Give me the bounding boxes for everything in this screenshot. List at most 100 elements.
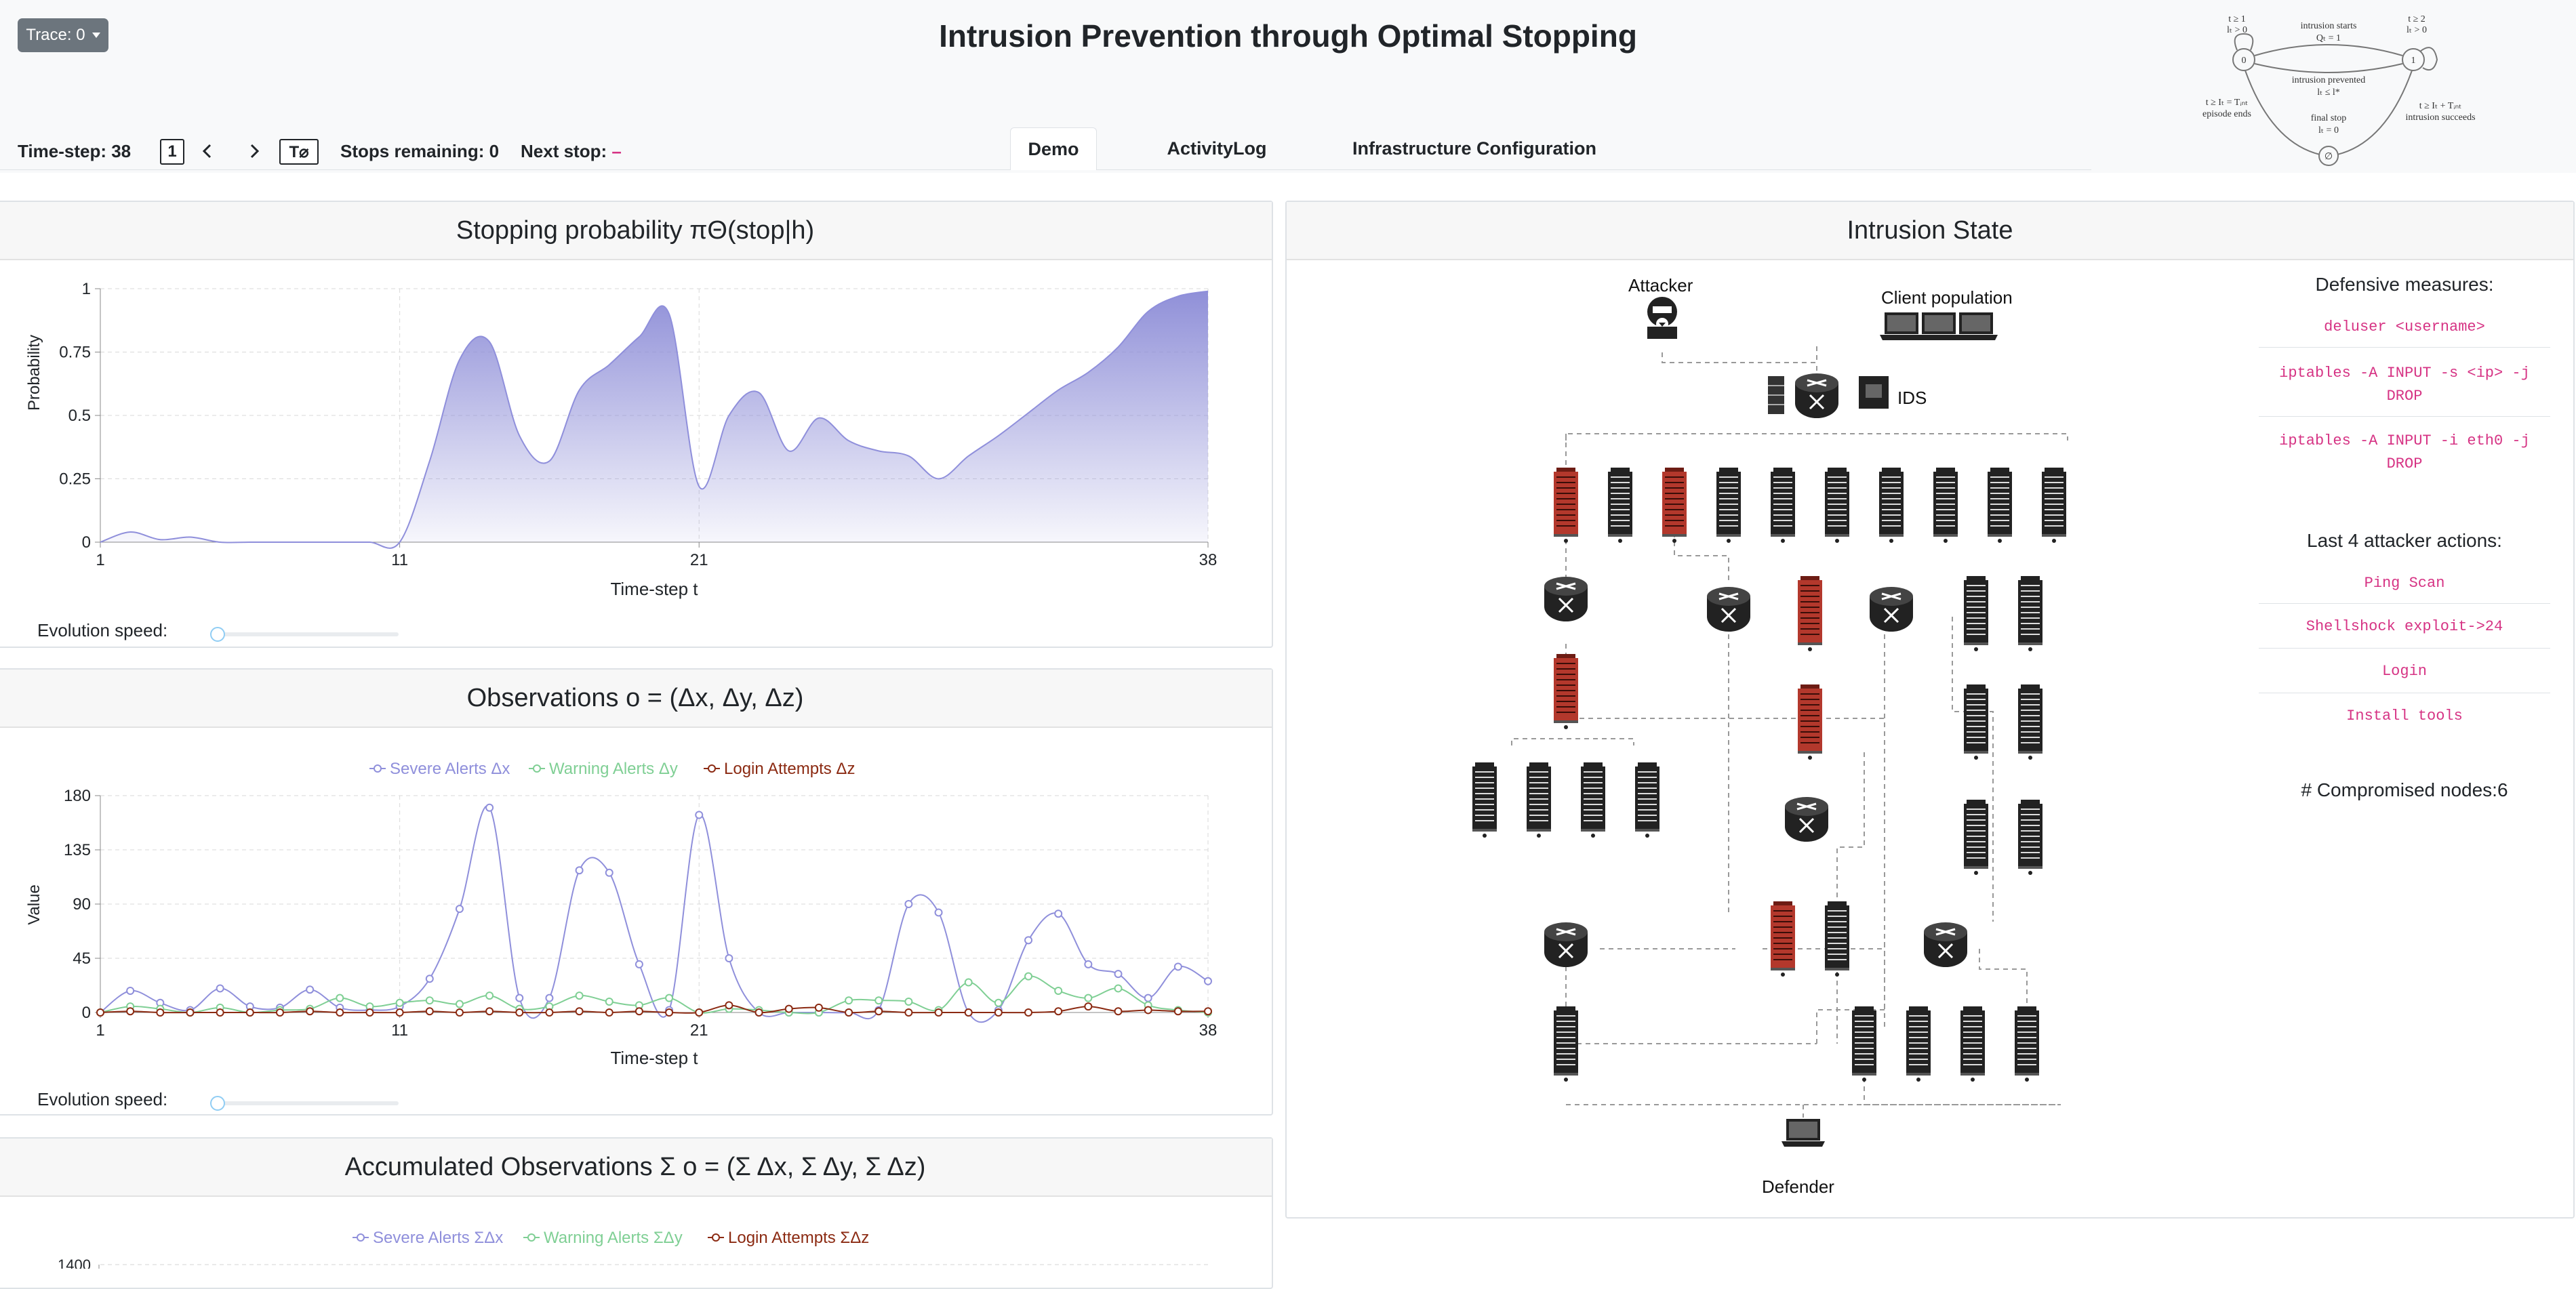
series-point	[1173, 1007, 1182, 1016]
series-point	[845, 1008, 853, 1017]
series-point	[515, 1008, 524, 1017]
legend-marker	[527, 1233, 536, 1242]
chevron-left-icon[interactable]	[199, 141, 216, 161]
legend-marker	[708, 764, 716, 773]
evolution-speed-thumb-1[interactable]	[210, 627, 225, 642]
series-point	[455, 1000, 464, 1008]
legend-marker	[357, 1233, 365, 1242]
divider	[2259, 603, 2550, 604]
trace-dropdown[interactable]: Trace: 0	[18, 18, 108, 52]
series-point	[665, 1008, 674, 1017]
y-tick-label: 0	[82, 533, 91, 552]
series-point	[245, 1008, 254, 1017]
series-point	[605, 1008, 613, 1017]
series-point	[455, 1008, 464, 1017]
attacker-actions-title: Last 4 attacker actions:	[2307, 530, 2502, 551]
y-tick-labels: 0 45 90 135 180	[64, 787, 91, 1022]
divider	[2259, 648, 2550, 649]
y-tick-label: 0	[82, 1004, 91, 1022]
attacker-action-item: Install tools	[2346, 708, 2463, 724]
y-tick-label: 135	[64, 841, 91, 859]
servers-middle	[1472, 575, 2043, 1082]
series-point	[1204, 977, 1212, 985]
state-end-label: ∅	[2325, 152, 2333, 162]
legend-label: Login Attempts Δz	[724, 760, 855, 778]
series-point	[216, 984, 224, 993]
x-axis-label: Time-step t	[610, 579, 698, 599]
tab-infrastructure-configuration[interactable]: Infrastructure Configuration	[1349, 127, 1600, 169]
series-point	[1084, 1002, 1093, 1011]
label-episode-ends: episode ends	[2202, 109, 2251, 119]
y-tick-label: 0.5	[68, 407, 91, 425]
trace-dropdown-label: Trace: 0	[26, 26, 85, 44]
observations-legend: Severe Alerts Δx Warning Alerts Δy Login A…	[369, 760, 855, 778]
x-tick-label: 21	[690, 1021, 708, 1040]
client-population-label: Client population	[1881, 287, 2013, 308]
evolution-speed-slider-1[interactable]	[217, 632, 399, 636]
intrusion-state-title: Intrusion State	[1287, 202, 2573, 260]
legend-label: Warning Alerts ΣΔy	[544, 1229, 683, 1247]
series-point	[336, 994, 344, 1002]
series-point	[1084, 960, 1093, 968]
step-one-button[interactable]: 1	[160, 139, 184, 165]
x-tick-label: 1	[96, 1021, 104, 1040]
series-point	[395, 1008, 404, 1017]
series-point	[1054, 909, 1063, 918]
defensive-measure-item: iptables -A INPUT -i eth0 -j DROP	[2279, 432, 2530, 472]
series-point	[455, 905, 464, 914]
tab-activity-log[interactable]: ActivityLog	[1152, 127, 1281, 169]
evolution-speed-slider-2[interactable]	[217, 1101, 399, 1105]
chevron-right-icon[interactable]	[245, 141, 263, 161]
series-point	[126, 987, 135, 995]
self-loop-0	[2234, 33, 2254, 51]
legend-marker	[533, 764, 541, 773]
series-point	[874, 996, 883, 1005]
series-point	[336, 1008, 344, 1017]
attacker-action-item: Login	[2381, 663, 2427, 680]
next-stop-label: Next stop: –	[521, 141, 622, 162]
series-point	[964, 978, 973, 987]
label-qt: Qₜ = 1	[2316, 33, 2341, 43]
evolution-speed-thumb-2[interactable]	[210, 1096, 225, 1111]
series-point	[1204, 1007, 1212, 1016]
series-point	[485, 1007, 494, 1016]
next-stop-text: Next stop:	[521, 141, 607, 161]
series-point	[1054, 987, 1063, 995]
series-point	[545, 1008, 554, 1017]
label-lt0b: lₜ > 0	[2407, 25, 2427, 35]
next-stop-value: –	[611, 141, 622, 161]
series-point	[365, 1008, 374, 1017]
series-point	[126, 1007, 135, 1016]
x-tick-label: 11	[391, 1021, 408, 1040]
series-point	[96, 1008, 104, 1017]
series-point	[904, 900, 913, 908]
y-tick-1400: 1400	[58, 1256, 91, 1269]
series-point	[814, 1003, 823, 1012]
y-tick-label: 1	[82, 280, 91, 298]
label-lt-le: lₜ ≤ l*	[2317, 87, 2340, 98]
series-point	[395, 998, 404, 1007]
series-point	[425, 996, 434, 1005]
series-point	[1084, 994, 1093, 1002]
label-t1: t ≥ 1	[2228, 14, 2246, 24]
x-tick-label: 21	[690, 551, 708, 569]
t-reset-button[interactable]: T⌀	[279, 139, 319, 165]
series-point	[665, 994, 674, 1002]
server-row-top	[1553, 467, 2067, 544]
series-point	[275, 1008, 284, 1017]
state-machine-diagram: 0 1 ∅ t ≥ 1 lₜ > 0 t ≥ 2 lₜ > 0 intrusio…	[2202, 14, 2476, 166]
label-intrusion-succeeds: intrusion succeeds	[2405, 112, 2475, 123]
self-loop-1	[2419, 47, 2438, 70]
label-lt0: lₜ > 0	[2227, 25, 2247, 35]
series-point	[1024, 936, 1033, 945]
infrastructure-diagram	[1472, 297, 2068, 1147]
series-point	[1173, 962, 1182, 971]
series-point	[306, 1007, 315, 1016]
tab-demo[interactable]: Demo	[1010, 127, 1097, 170]
series-point	[874, 1007, 883, 1016]
page-title: Intrusion Prevention through Optimal Sto…	[939, 18, 1637, 54]
series-point	[1114, 970, 1123, 979]
x-tick-label: 38	[1199, 551, 1217, 569]
label-lt-eq0: lₜ = 0	[2318, 125, 2339, 136]
edge-prevented	[2254, 63, 2403, 73]
